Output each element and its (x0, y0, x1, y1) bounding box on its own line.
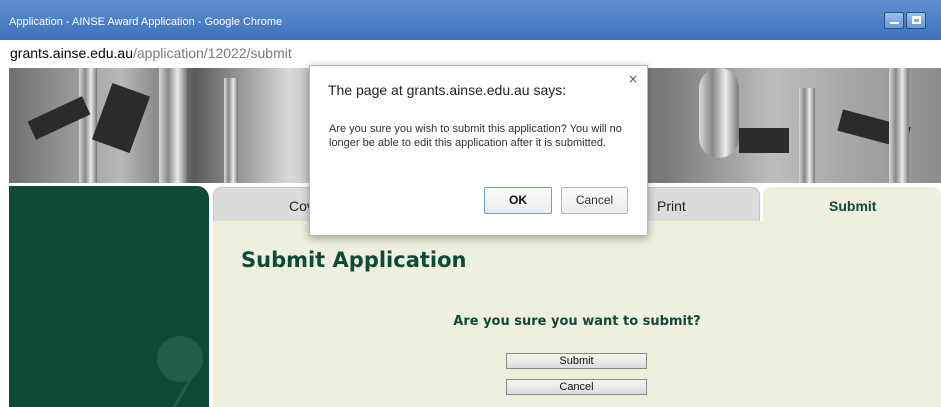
minimize-button[interactable] (884, 12, 904, 29)
banner-pipe (799, 88, 815, 183)
banner-clamp (91, 82, 151, 154)
banner-pipe (889, 68, 909, 183)
sidebar-decoration (169, 377, 192, 407)
confirm-question: Are you sure you want to submit? (453, 314, 701, 329)
maximize-icon (912, 16, 921, 24)
browser-window: Application - AINSE Award Application - … (0, 0, 941, 407)
cancel-button[interactable]: Cancel (506, 379, 647, 395)
close-icon[interactable]: × (628, 72, 638, 86)
sidebar-decoration (157, 336, 203, 382)
url-path: /application/12022/submit (132, 45, 292, 61)
banner-gauge (699, 68, 739, 158)
address-bar[interactable]: grants.ainse.edu.au/application/12022/su… (0, 40, 941, 68)
main-content: Submit Application Are you sure you want… (213, 221, 941, 407)
banner-valve (739, 128, 789, 153)
url-host: grants.ainse.edu.au (10, 45, 133, 61)
minimize-icon (890, 22, 899, 24)
confirm-dialog: The page at grants.ainse.edu.au says: × … (309, 65, 648, 236)
page-title: Submit Application (241, 248, 467, 272)
tab-print[interactable]: Print (630, 187, 760, 222)
dialog-message: Are you sure you wish to submit this app… (329, 123, 622, 149)
url-text[interactable]: grants.ainse.edu.au/application/12022/su… (10, 45, 292, 61)
tab-label: Print (657, 198, 686, 214)
dialog-ok-button[interactable]: OK (484, 187, 552, 214)
banner-pipe (79, 68, 97, 183)
banner-pipe (224, 78, 238, 183)
window-title: Application - AINSE Award Application - … (9, 16, 283, 28)
tab-label: Submit (829, 198, 877, 214)
sidebar-panel (9, 186, 209, 407)
title-bar: Application - AINSE Award Application - … (0, 0, 941, 40)
maximize-button[interactable] (906, 12, 926, 29)
banner-pipe (159, 68, 187, 183)
dialog-title: The page at grants.ainse.edu.au says: (328, 82, 567, 98)
tab-submit[interactable]: Submit (763, 187, 941, 222)
submit-button[interactable]: Submit (506, 353, 647, 369)
dialog-cancel-button[interactable]: Cancel (561, 187, 628, 214)
